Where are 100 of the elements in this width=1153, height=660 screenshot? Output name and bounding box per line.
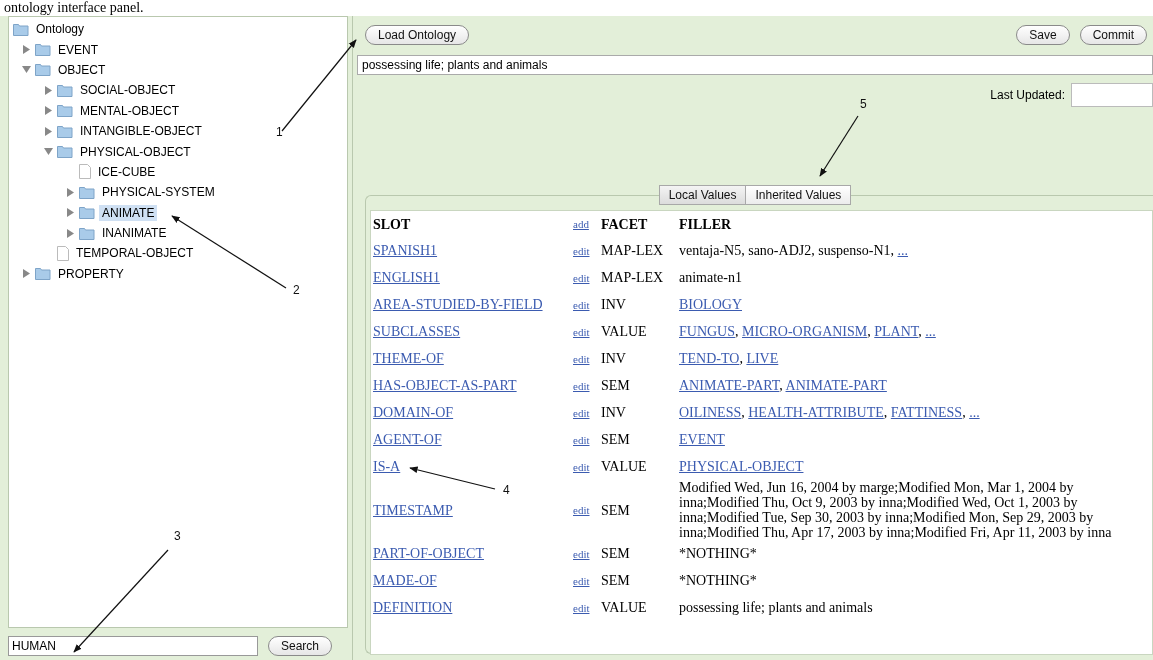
edit-link[interactable]: edit (573, 271, 590, 284)
annotation-number: 5 (860, 97, 867, 111)
tree-item[interactable]: OBJECT (55, 61, 109, 78)
collapsed-triangle-icon[interactable] (65, 228, 75, 238)
facet-cell-text: SEM (600, 377, 631, 395)
tree-item[interactable]: SOCIAL-OBJECT (77, 82, 179, 99)
tab[interactable]: Local Values (658, 185, 747, 205)
filler-link[interactable]: ANIMATE-PART (785, 378, 887, 393)
collapsed-triangle-icon[interactable] (43, 106, 53, 116)
collapsed-triangle-icon[interactable] (43, 85, 53, 95)
filler-text: ventaja-N5, sano-ADJ2, suspenso-N1, (679, 243, 896, 258)
filler-text: *NOTHING* (679, 573, 757, 588)
tree-item[interactable]: EVENT (55, 41, 101, 58)
slot-link[interactable]: DEFINITION (373, 600, 453, 615)
tree-item[interactable]: ANIMATE (99, 204, 158, 221)
edit-link[interactable]: edit (573, 379, 590, 392)
slot-link[interactable]: SPANISH1 (373, 243, 438, 258)
facet-cell-text: MAP-LEX (600, 242, 665, 260)
slot-link[interactable]: DOMAIN-OF (373, 405, 454, 420)
expanded-triangle-icon[interactable] (43, 147, 53, 157)
tree-item[interactable]: TEMPORAL-OBJECT (73, 245, 197, 262)
filler-link[interactable]: BIOLOGY (679, 297, 742, 312)
filler-link[interactable]: ... (925, 324, 936, 339)
collapsed-triangle-icon[interactable] (43, 126, 53, 136)
collapsed-triangle-icon[interactable] (21, 45, 31, 55)
filler-link[interactable]: FUNGUS (679, 324, 735, 339)
edit-link[interactable]: edit (573, 574, 590, 587)
filler-link[interactable]: ... (897, 243, 909, 258)
facet-cell-text: INV (600, 296, 627, 314)
slot-link[interactable]: MADE-OF (373, 573, 437, 588)
filler-link[interactable]: HEALTH-ATTRIBUTE (748, 405, 884, 420)
facet-cell-text: VALUE (600, 323, 648, 341)
slot-link[interactable]: AGENT-OF (373, 432, 442, 447)
facet-cell-text: SEM (600, 431, 631, 449)
folder-icon (79, 226, 95, 240)
facet-cell-text: SEM (600, 545, 631, 563)
tab[interactable]: Inherited Values (746, 185, 852, 205)
edit-link[interactable]: edit (573, 547, 590, 560)
field-label: Last Updated: (990, 88, 1065, 102)
search-button[interactable]: Search (268, 636, 333, 656)
tree-item[interactable]: PROPERTY (55, 265, 127, 282)
document-icon (79, 164, 91, 180)
filler-link[interactable]: FATTINESS (890, 405, 963, 420)
commit-button[interactable]: Commit (1079, 25, 1147, 45)
slot-link[interactable]: AREA-STUDIED-BY-FIELD (373, 297, 543, 312)
slot-link[interactable]: HAS-OBJECT-AS-PART (373, 378, 517, 393)
filler-link[interactable]: PHYSICAL-OBJECT (679, 459, 804, 474)
save-button[interactable]: Save (1016, 25, 1070, 45)
folder-icon (35, 267, 51, 281)
filler-text: , (962, 405, 967, 420)
collapsed-triangle-icon[interactable] (65, 208, 75, 218)
edit-link[interactable]: edit (573, 352, 590, 365)
collapsed-triangle-icon[interactable] (21, 269, 31, 279)
edit-link[interactable]: edit (573, 244, 590, 257)
folder-icon (79, 185, 95, 199)
filler-link[interactable]: PLANT (874, 324, 919, 339)
slot-link[interactable]: PART-OF-OBJECT (373, 546, 484, 561)
filler-link[interactable]: ANIMATE-PART (679, 378, 780, 393)
edit-link[interactable]: edit (573, 406, 590, 419)
facet-cell-text: SEM (600, 572, 631, 590)
folder-icon (79, 206, 95, 220)
filler-link[interactable]: ... (969, 405, 980, 420)
column-header: FILLER (678, 215, 733, 234)
facet-cell-text: SEM (600, 501, 631, 520)
edit-link[interactable]: edit (573, 433, 590, 446)
edit-link[interactable]: edit (573, 504, 590, 516)
definition-field[interactable]: possessing life; plants and animals (357, 55, 1153, 75)
filler-link[interactable]: LIVE (746, 351, 779, 366)
add-link[interactable]: add (573, 218, 589, 230)
tree-item[interactable]: MENTAL-OBJECT (77, 102, 183, 119)
filler-text: , (883, 405, 889, 420)
tree-item[interactable]: PHYSICAL-OBJECT (77, 143, 194, 160)
slot-link[interactable]: SUBCLASSES (373, 324, 461, 339)
last-updated-field[interactable] (1071, 83, 1153, 107)
filler-link[interactable]: EVENT (679, 432, 725, 447)
edit-link[interactable]: edit (573, 298, 590, 311)
tree-item[interactable]: Ontology (33, 21, 88, 38)
folder-icon (57, 83, 73, 97)
folder-icon (57, 104, 73, 118)
tree-item[interactable]: ICE-CUBE (95, 163, 159, 180)
tree-item[interactable]: INANIMATE (99, 225, 170, 242)
expanded-triangle-icon[interactable] (21, 65, 31, 75)
annotation-arrow (819, 115, 859, 177)
load-ontology-button[interactable]: Load Ontology (365, 25, 470, 45)
filler-text: Modified Wed, Jun 16, 2004 by marge;Modified Mon, Mar 1, 2004 by inna;Modified Thu, Oct 9, 2003 by inna;Modified Wed, Oct 1, 2003 by inna;Modified Tue, Sep 30, 2003 by inna;Modified Mon, Sep 29, 2003 by inna;Modified Thu, Apr 17, 2003 by inna;Modified Fri, Apr 11, 2003 by inna (679, 480, 1112, 540)
slot-link[interactable]: THEME-OF (373, 351, 444, 366)
search-field[interactable]: HUMAN (8, 636, 258, 656)
slot-link[interactable]: TIMESTAMP (373, 502, 453, 518)
annotation-number: 4 (503, 483, 510, 497)
folder-icon (35, 63, 51, 77)
slot-link[interactable]: ENGLISH1 (373, 270, 440, 285)
edit-link[interactable]: edit (573, 460, 590, 473)
tree-item[interactable]: INTANGIBLE-OBJECT (77, 123, 205, 140)
collapsed-triangle-icon[interactable] (65, 187, 75, 197)
tree-item[interactable]: PHYSICAL-SYSTEM (99, 184, 218, 201)
filler-text: , (741, 405, 746, 420)
edit-link[interactable]: edit (573, 325, 590, 338)
filler-text: possessing life; plants and animals (679, 600, 873, 615)
slot-link[interactable]: IS-A (373, 459, 401, 474)
edit-link[interactable]: edit (573, 601, 590, 614)
